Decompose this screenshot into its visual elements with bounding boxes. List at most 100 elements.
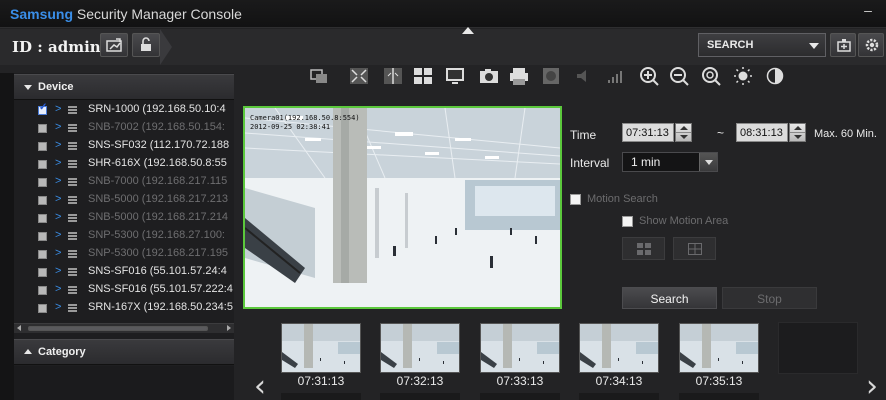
device-list-item[interactable]: > SNS-SF032 (112.170.72.188: [14, 137, 234, 155]
expand-chevron-icon[interactable]: >: [55, 193, 61, 205]
recorder-icon: [68, 196, 77, 204]
user-button[interactable]: [100, 33, 128, 57]
device-list-item[interactable]: > SHR-616X (192.168.50.8:55: [14, 155, 234, 173]
device-label: SRN-1000 (192.168.50.10:4: [88, 103, 226, 115]
device-checkbox[interactable]: [38, 160, 47, 169]
device-label: SNB-5000 (192.168.217.213: [88, 193, 229, 205]
expand-chevron-icon[interactable]: >: [55, 283, 61, 295]
brightness-button[interactable]: [732, 66, 754, 86]
collapse-up-icon[interactable]: [462, 27, 474, 34]
scrollbar-thumb[interactable]: [28, 326, 208, 331]
device-list-item[interactable]: > SNB-7000 (192.168.217.115: [14, 173, 234, 191]
search-button[interactable]: Search: [622, 287, 717, 309]
device-settings-button[interactable]: [830, 33, 856, 57]
monitor-button[interactable]: [444, 66, 466, 86]
search-result-thumbnail[interactable]: [281, 323, 361, 373]
device-label: SNS-SF016 (55.101.57.222:4: [88, 283, 233, 295]
stop-button[interactable]: Stop: [722, 287, 817, 309]
category-panel-header[interactable]: Category: [14, 339, 234, 365]
device-list-item[interactable]: > SNB-7002 (192.168.50.154:: [14, 119, 234, 137]
search-result-thumbnail[interactable]: [380, 323, 460, 373]
next-page-button[interactable]: ›: [866, 372, 878, 400]
audio-button[interactable]: [572, 66, 594, 86]
zoom-in-button[interactable]: [638, 66, 660, 86]
app-title: Samsung Security Manager Console: [10, 6, 242, 22]
zoom-out-button[interactable]: [668, 66, 690, 86]
device-checkbox[interactable]: [38, 268, 47, 277]
grid-layout-button[interactable]: [412, 66, 434, 86]
device-checkbox[interactable]: [38, 178, 47, 187]
title-bar: Samsung Security Manager Console –: [0, 0, 886, 28]
expand-chevron-icon[interactable]: >: [55, 211, 61, 223]
expand-chevron-icon[interactable]: >: [55, 301, 61, 313]
prev-page-button[interactable]: ‹: [254, 372, 266, 400]
fullscreen-button[interactable]: [348, 66, 370, 86]
split-screen-button[interactable]: [382, 66, 404, 86]
search-result-thumbnail[interactable]: [579, 323, 659, 373]
device-list-item[interactable]: > SRN-1000 (192.168.50.10:4: [14, 101, 234, 119]
expand-chevron-icon[interactable]: >: [55, 121, 61, 133]
motion-search-checkbox[interactable]: [570, 194, 581, 205]
snapshot-icon: [480, 69, 498, 83]
device-checkbox[interactable]: [38, 286, 47, 295]
print-button[interactable]: [508, 66, 530, 86]
expand-chevron-icon[interactable]: >: [55, 265, 61, 277]
device-list-item[interactable]: > SNS-SF016 (55.101.57.24:4: [14, 263, 234, 281]
end-time-stepper[interactable]: [789, 123, 806, 142]
screen-layout-button[interactable]: [308, 66, 330, 86]
motion-grid-button[interactable]: [673, 237, 716, 260]
expand-chevron-icon[interactable]: >: [55, 103, 61, 115]
device-checkbox[interactable]: [38, 250, 47, 259]
chevron-down-icon: [699, 153, 717, 171]
device-checkbox[interactable]: [38, 232, 47, 241]
expand-chevron-icon[interactable]: >: [55, 139, 61, 151]
recorder-icon: [68, 124, 77, 132]
device-list-item[interactable]: > SNP-5300 (192.168.27.100:: [14, 227, 234, 245]
start-time-stepper[interactable]: [675, 123, 692, 142]
expand-chevron-icon[interactable]: >: [55, 247, 61, 259]
arrow-up-icon: [794, 126, 802, 130]
device-list-item[interactable]: > SNP-5300 (192.168.217.195: [14, 245, 234, 263]
thumbnail-next-row: [480, 393, 560, 400]
volume-level-button[interactable]: [604, 66, 626, 86]
contrast-button[interactable]: [764, 66, 786, 86]
start-time-input[interactable]: 07:31:13: [622, 123, 674, 142]
zoom-out-icon: [670, 67, 689, 86]
show-motion-area-checkbox[interactable]: [622, 216, 633, 227]
scroll-left-icon[interactable]: [17, 325, 21, 331]
device-list-item[interactable]: > SNS-SF016 (55.101.57.222:4: [14, 281, 234, 299]
expand-chevron-icon[interactable]: >: [55, 157, 61, 169]
device-list-scrollbar[interactable]: [14, 323, 234, 333]
device-checkbox[interactable]: [38, 304, 47, 313]
settings-button[interactable]: [858, 33, 884, 57]
device-checkbox[interactable]: [38, 214, 47, 223]
expand-chevron-icon[interactable]: >: [55, 229, 61, 241]
device-label: SNS-SF016 (55.101.57.24:4: [88, 265, 227, 277]
device-list-item[interactable]: > SNB-5000 (192.168.217.214: [14, 209, 234, 227]
end-time-input[interactable]: 08:31:13: [736, 123, 788, 142]
device-checkbox[interactable]: [38, 124, 47, 133]
motion-grid-4-button[interactable]: [622, 237, 665, 260]
device-panel-title: Device: [38, 81, 74, 93]
thumbnail-image: [381, 324, 459, 372]
thumbnail-next-row: [281, 393, 361, 400]
mode-select[interactable]: SEARCH: [698, 33, 826, 57]
minimize-button[interactable]: –: [860, 2, 876, 20]
lock-button[interactable]: [132, 33, 160, 57]
expand-chevron-icon[interactable]: >: [55, 175, 61, 187]
device-checkbox[interactable]: [38, 102, 47, 115]
interval-select[interactable]: 1 min: [622, 152, 718, 172]
search-result-thumbnail[interactable]: [679, 323, 759, 373]
device-list-item[interactable]: > SNB-5000 (192.168.217.213: [14, 191, 234, 209]
scroll-right-icon[interactable]: [227, 325, 231, 331]
collapse-up-icon: [24, 349, 32, 354]
digital-zoom-button[interactable]: [700, 66, 722, 86]
video-viewer[interactable]: Camera01(192.168.50.8:554) 2012-09-25 02…: [243, 106, 562, 309]
search-result-thumbnail[interactable]: [480, 323, 560, 373]
snapshot-button[interactable]: [478, 66, 500, 86]
record-button[interactable]: [540, 66, 562, 86]
device-panel-header[interactable]: Device: [14, 74, 234, 100]
device-list-item[interactable]: > SRN-167X (192.168.50.234:5: [14, 299, 234, 317]
device-checkbox[interactable]: [38, 142, 47, 151]
device-checkbox[interactable]: [38, 196, 47, 205]
